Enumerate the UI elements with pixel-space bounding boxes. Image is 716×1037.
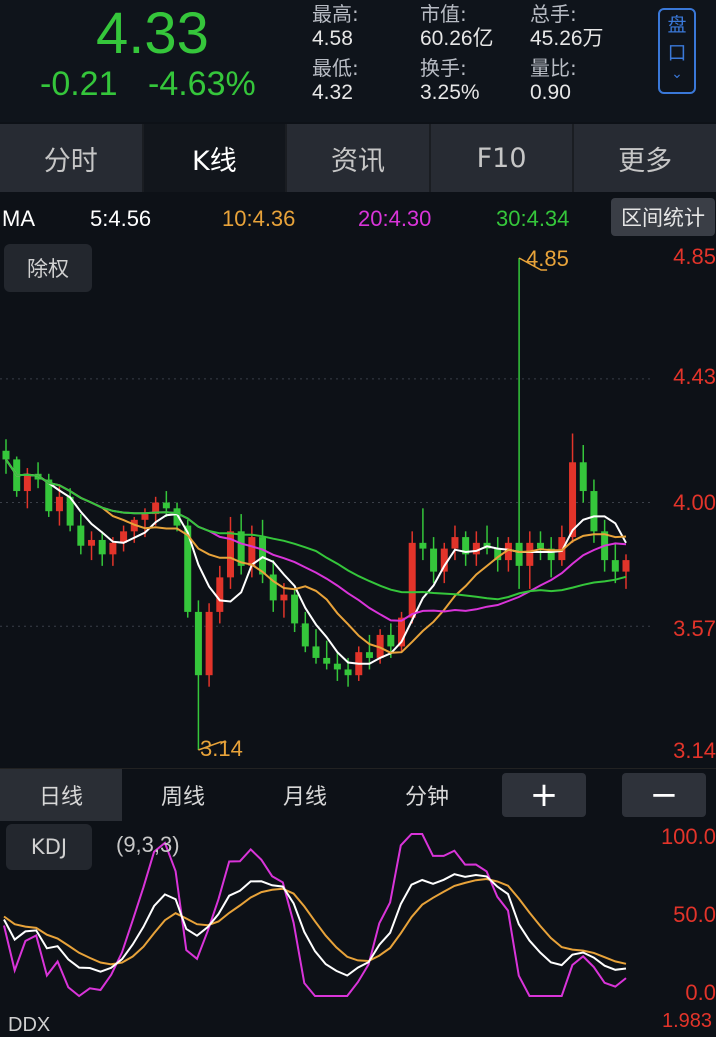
candle-body: [2, 450, 10, 460]
y-axis-label-4: 3.57: [673, 616, 716, 641]
stat-volume-ratio-label: 量比:: [530, 56, 577, 80]
price-change: -0.21: [40, 65, 118, 103]
ma20-value: 20:4.30: [358, 206, 432, 231]
candle-body: [77, 525, 85, 546]
candle-body: [312, 646, 320, 658]
tab-more[interactable]: 更多: [574, 124, 716, 192]
order-book-button[interactable]: 盘 口 ⌄: [658, 8, 696, 94]
period-weekly[interactable]: 周线: [122, 769, 244, 821]
candle-body: [451, 537, 459, 549]
candle-body: [194, 611, 202, 676]
candle-body: [387, 634, 395, 647]
candle-body: [365, 652, 373, 658]
candle-body: [419, 542, 427, 549]
ma-label: MA: [2, 206, 35, 231]
chevron-down-icon: ⌄: [671, 66, 683, 82]
low-annotation: 3.14: [200, 736, 243, 761]
candle-body: [526, 542, 534, 566]
kdj-params: (9,3,3): [116, 832, 180, 857]
stat-low-value: 4.32: [312, 81, 353, 104]
ma5-value: 5:4.56: [90, 206, 152, 231]
order-book-label-1: 盘: [667, 14, 687, 36]
high-annotation: 4.85: [526, 246, 569, 271]
candle-body: [622, 560, 630, 572]
tab-intraday[interactable]: 分时: [0, 124, 144, 192]
stat-turnover-value: 3.25%: [420, 81, 480, 104]
y-axis-label-3: 4.00: [673, 490, 716, 515]
tab-f10[interactable]: F10: [431, 124, 575, 192]
kdj-axis-50: 50.0: [673, 902, 716, 927]
candle-body: [248, 537, 256, 566]
quote-header: 4.33 -0.21 -4.63% 最高: 4.58 市值: 60.26亿 总手…: [0, 0, 716, 122]
stat-high-label: 最高:: [312, 2, 359, 26]
stat-turnover-label: 换手:: [420, 56, 467, 80]
y-axis-label-2: 4.43: [673, 364, 716, 389]
candle-body: [408, 542, 416, 618]
candle-body: [611, 560, 619, 572]
ma10-value: 10:4.36: [222, 206, 296, 231]
candle-body: [569, 462, 577, 538]
range-statistics-button[interactable]: 区间统计: [611, 198, 715, 236]
tab-news[interactable]: 资讯: [287, 124, 431, 192]
candle-body: [88, 539, 96, 546]
kdj-indicator-button[interactable]: KDJ: [6, 824, 92, 870]
period-monthly[interactable]: 月线: [244, 769, 366, 821]
kdj-axis-100: 100.0: [660, 824, 716, 849]
candle-body: [98, 539, 106, 555]
period-bar: 日线 周线 月线 分钟 + −: [0, 768, 716, 821]
y-axis-label-5: 3.14: [673, 738, 716, 763]
candle-body: [216, 577, 224, 612]
stat-high-value: 4.58: [312, 27, 353, 50]
kdj-axis-0: 0.0: [685, 980, 716, 1005]
kline-chart[interactable]: [0, 240, 716, 768]
candle-body: [472, 542, 480, 555]
kdj-chart[interactable]: [0, 820, 716, 1010]
candle-body: [205, 611, 213, 676]
tab-kline[interactable]: K线: [143, 124, 288, 192]
candle-body: [344, 669, 352, 676]
candle-body: [301, 623, 309, 647]
candle-body: [109, 542, 117, 555]
period-daily[interactable]: 日线: [0, 769, 122, 821]
stat-low-label: 最低:: [312, 56, 359, 80]
stat-market-cap-value: 60.26亿: [420, 27, 494, 50]
ddx-axis-value: 1.983: [662, 1010, 713, 1032]
candle-body: [515, 542, 523, 566]
candle-body: [291, 594, 299, 624]
current-price: 4.33: [96, 1, 209, 66]
candle-body: [259, 537, 267, 575]
zoom-in-button[interactable]: +: [502, 773, 586, 817]
candle-body: [333, 663, 341, 670]
candle-body: [141, 514, 149, 520]
zoom-out-button[interactable]: −: [622, 773, 706, 817]
y-axis-label-1: 4.85: [673, 244, 716, 269]
stat-volume-label: 总手:: [530, 2, 577, 26]
candle-body: [280, 594, 288, 601]
candle-body: [162, 502, 170, 509]
period-minute[interactable]: 分钟: [366, 769, 488, 821]
stat-market-cap-label: 市值:: [420, 2, 467, 26]
stat-volume-value: 45.26万: [530, 27, 604, 50]
main-tabs: 分时 K线 资讯 F10 更多: [0, 124, 716, 192]
ddx-label: DDX: [8, 1014, 51, 1036]
price-change-percent: -4.63%: [148, 65, 256, 103]
candle-body: [536, 542, 544, 549]
candle-body: [590, 491, 598, 532]
candle-body: [430, 548, 438, 572]
candle-body: [55, 496, 63, 512]
ma30-value: 30:4.34: [496, 206, 570, 231]
candle-body: [579, 462, 587, 492]
order-book-label-2: 口: [667, 42, 687, 64]
stat-volume-ratio-value: 0.90: [530, 81, 571, 104]
candle-body: [23, 473, 31, 492]
candle-body: [440, 548, 448, 572]
candle-body: [323, 657, 331, 664]
